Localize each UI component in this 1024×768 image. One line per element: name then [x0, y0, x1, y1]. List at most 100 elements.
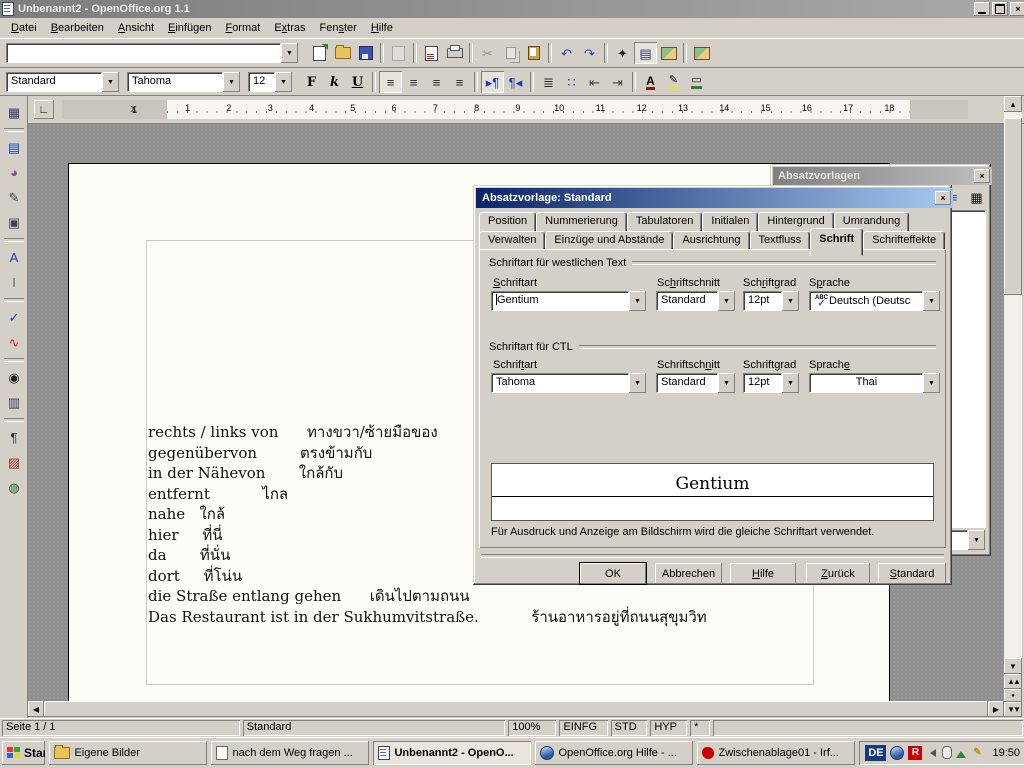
form-functions-icon[interactable]: ▣	[2, 210, 26, 234]
save-icon[interactable]	[354, 42, 377, 64]
underline-button[interactable]: U	[346, 71, 369, 93]
insert-graphics-icon[interactable]	[690, 42, 713, 64]
navigator-icon[interactable]: ✦	[611, 42, 634, 64]
font-color-button[interactable]: A	[639, 71, 662, 93]
cut-icon[interactable]: ✂	[476, 42, 499, 64]
spellcheck-icon[interactable]: ✓	[2, 305, 26, 329]
stylist-titlebar[interactable]: Absatzvorlagen ×	[773, 167, 992, 185]
nonprinting-characters-icon[interactable]: ¶	[2, 425, 26, 449]
background-color-button[interactable]: ▭	[685, 71, 708, 93]
data-sources-icon[interactable]: ▥	[2, 390, 26, 414]
ok-button[interactable]: OK	[580, 563, 646, 584]
decrease-indent-button[interactable]: ⇤	[583, 71, 606, 93]
western-style-combobox[interactable]: Standard ▼	[656, 291, 735, 311]
scroll-up-button[interactable]: ▲	[1004, 96, 1022, 112]
taskbar-task[interactable]: nach dem Weg fragen ...	[211, 741, 369, 765]
ctl-font-combobox[interactable]: Tahoma ▼	[491, 373, 646, 393]
tab-type-selector[interactable]: ∟	[34, 100, 54, 119]
zurück-button[interactable]: Zurück	[806, 563, 870, 584]
justify-button[interactable]: ≡	[448, 71, 471, 93]
stylist-close-button[interactable]: ×	[974, 169, 990, 183]
online-layout-icon[interactable]: ◍	[2, 475, 26, 499]
url-dropdown-arrow[interactable]: ▼	[281, 43, 298, 63]
right-to-left-button[interactable]: ¶◂	[504, 71, 527, 93]
restore-button[interactable]	[992, 2, 1008, 16]
taskbar-task[interactable]: Unbenannt2 - OpenO...	[373, 741, 531, 765]
menu-ansicht[interactable]: Ansicht	[111, 20, 161, 36]
bullets-button[interactable]: ∷	[560, 71, 583, 93]
align-right-button[interactable]: ≡	[425, 71, 448, 93]
paste-icon[interactable]	[522, 42, 545, 64]
hscroll-thumb[interactable]	[44, 701, 988, 717]
find-icon[interactable]: ◉	[2, 365, 26, 389]
bold-button[interactable]: F	[300, 71, 323, 93]
vscroll-thumb[interactable]	[1004, 118, 1022, 295]
indent-marker[interactable]: ⧖	[130, 100, 139, 119]
menu-bearbeiten[interactable]: Bearbeiten	[44, 20, 111, 36]
paragraph-style-combobox[interactable]: Standard ▼	[6, 72, 119, 92]
menu-extras[interactable]: Extras	[267, 20, 312, 36]
insert-table-icon[interactable]: ▦	[2, 100, 26, 124]
align-center-button[interactable]: ≡	[402, 71, 425, 93]
status-cell-std[interactable]: STD	[611, 720, 648, 736]
autospellcheck-icon[interactable]: ∿	[2, 330, 26, 354]
status-cell-100%[interactable]: 100%	[508, 720, 556, 736]
open-icon[interactable]	[331, 42, 354, 64]
align-left-button[interactable]: ≡	[379, 71, 402, 93]
menu-fenster[interactable]: Fenster	[313, 20, 364, 36]
style-dropdown-arrow[interactable]: ▼	[102, 72, 119, 92]
ctl-size-combobox[interactable]: 12pt ▼	[743, 373, 799, 393]
pen-tray-icon[interactable]: ✎	[970, 746, 984, 760]
size-dropdown-arrow[interactable]: ▼	[275, 72, 292, 92]
font-name-combobox[interactable]: Tahoma ▼	[127, 72, 240, 92]
new-document-icon[interactable]	[308, 42, 331, 64]
scroll-right-button[interactable]: ▶	[988, 701, 1004, 717]
stylist-icon[interactable]: ▤	[634, 42, 657, 64]
quickstarter-tray-icon[interactable]	[890, 746, 904, 760]
insert-object-icon[interactable]: ◕	[2, 160, 26, 184]
mouse-tray-icon[interactable]	[942, 746, 952, 759]
status-cell-hyp[interactable]: HYP	[650, 720, 687, 736]
standard-button[interactable]: Standard	[878, 563, 946, 584]
scroll-left-button[interactable]: ◀	[28, 701, 44, 717]
gallery-icon[interactable]	[657, 42, 680, 64]
tab-schrift[interactable]: Schrift	[810, 228, 863, 256]
font-dropdown-arrow[interactable]: ▼	[223, 72, 240, 92]
autotext-icon[interactable]: A	[2, 245, 26, 269]
menu-datei[interactable]: Datei	[4, 20, 44, 36]
taskbar-task[interactable]: OpenOffice.org Hilfe - ...	[535, 741, 693, 765]
volume-tray-icon[interactable]	[926, 749, 936, 757]
scroll-down-button[interactable]: ▼	[1004, 658, 1022, 674]
horizontal-ruler[interactable]: 1 123456789101112131415161718	[62, 100, 968, 119]
direct-cursor-icon[interactable]: I	[2, 270, 26, 294]
copy-icon[interactable]	[499, 42, 522, 64]
increase-indent-button[interactable]: ⇥	[606, 71, 629, 93]
menu-einfügen[interactable]: Einfügen	[161, 20, 218, 36]
print-icon[interactable]	[443, 42, 466, 64]
horizontal-scrollbar[interactable]: ◀ ▶	[28, 701, 1004, 717]
highlighting-button[interactable]: ✎	[662, 71, 685, 93]
taskbar-task[interactable]: Eigene Bilder	[49, 741, 207, 765]
previous-page-button[interactable]: ▲▲	[1004, 674, 1022, 689]
fill-format-mode-icon[interactable]: ▦	[965, 186, 988, 208]
menu-format[interactable]: Format	[218, 20, 267, 36]
status-cell-*[interactable]: *	[690, 720, 709, 736]
insert-frame-icon[interactable]: ▤	[2, 135, 26, 159]
stylist-group-dropdown-arrow[interactable]: ▼	[968, 530, 985, 550]
italic-button[interactable]: k	[323, 71, 346, 93]
undo-icon[interactable]: ↶	[555, 42, 578, 64]
dialog-close-button[interactable]: ×	[935, 191, 951, 205]
keyboard-layout-indicator[interactable]: DE	[865, 745, 886, 761]
ctl-language-combobox[interactable]: Thai ▼	[809, 373, 940, 393]
next-page-button[interactable]: ▼▼	[1004, 702, 1022, 717]
taskbar-task[interactable]: Zwischenablage01 - Irf...	[697, 741, 855, 765]
close-button[interactable]: ×	[1010, 2, 1024, 16]
start-button[interactable]: Start	[2, 741, 45, 765]
numbering-button[interactable]: ≣	[537, 71, 560, 93]
graphics-onoff-icon[interactable]: ▨	[2, 450, 26, 474]
abbrechen-button[interactable]: Abbrechen	[655, 563, 722, 584]
western-size-combobox[interactable]: 12pt ▼	[743, 291, 799, 311]
redo-icon[interactable]: ↷	[578, 42, 601, 64]
draw-functions-icon[interactable]: ✎	[2, 185, 26, 209]
export-pdf-icon[interactable]	[420, 42, 443, 64]
